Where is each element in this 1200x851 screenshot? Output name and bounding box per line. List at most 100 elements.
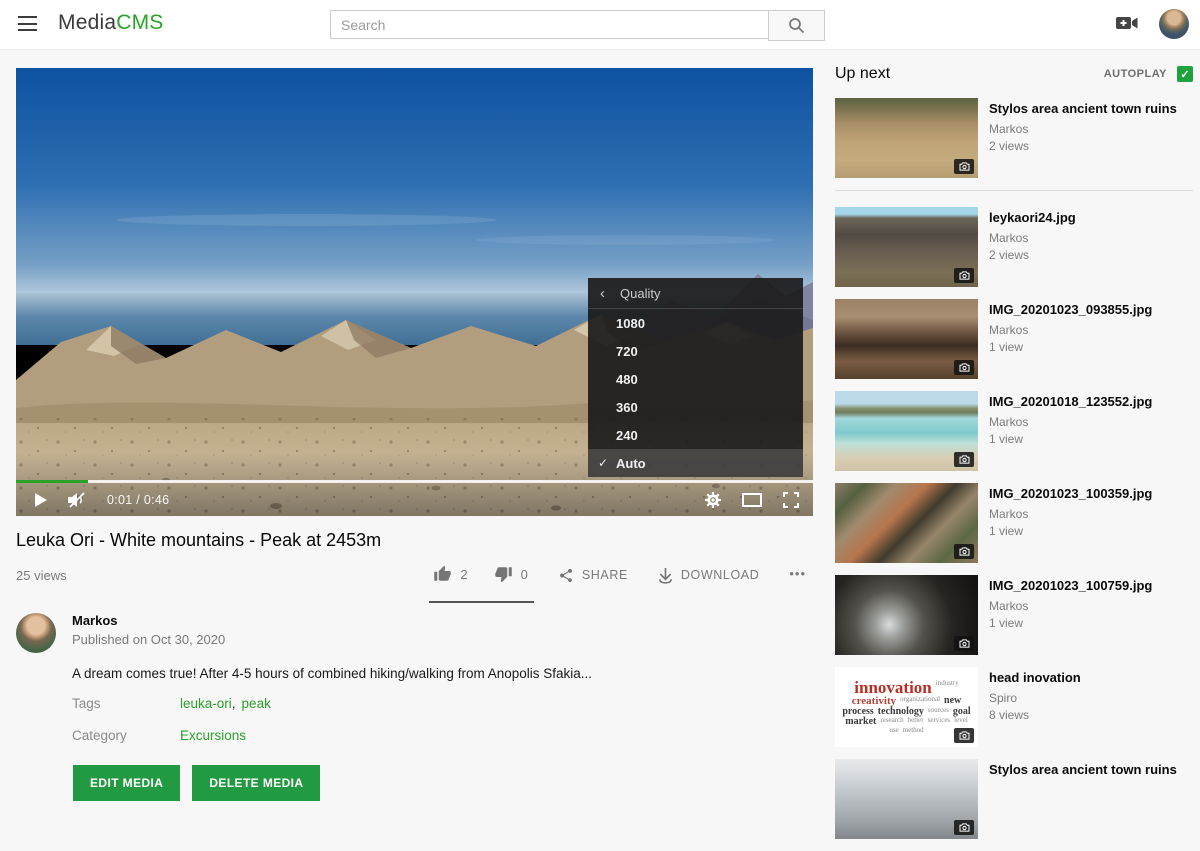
category-row: Category Excursions: [72, 728, 246, 743]
quality-option-480[interactable]: 480: [588, 365, 803, 393]
tag-link[interactable]: leuka-ori: [180, 696, 232, 711]
media-actions: EDIT MEDIA DELETE MEDIA: [73, 765, 320, 801]
up-next-item-views: 1 view: [989, 616, 1152, 630]
up-next-item-views: 1 view: [989, 340, 1152, 354]
tag-separator: ,: [232, 696, 236, 711]
up-next-item-author[interactable]: Markos: [989, 122, 1177, 136]
image-type-badge: [954, 159, 974, 174]
up-next-item[interactable]: IMG_20201023_100359.jpgMarkos1 view: [835, 483, 1193, 563]
quality-menu-back[interactable]: ‹ Quality: [588, 278, 803, 309]
up-next-item-author[interactable]: Markos: [989, 599, 1152, 613]
autoplay-checkbox[interactable]: ✓: [1177, 66, 1193, 82]
up-next-item[interactable]: IMG_20201023_093855.jpg Markos 1 view: [835, 299, 1193, 379]
image-type-badge: [954, 544, 974, 559]
up-next-item-author[interactable]: Markos: [989, 507, 1152, 521]
play-icon: [34, 493, 47, 507]
up-next-item-author[interactable]: Markos: [989, 415, 1152, 429]
wordcloud-word: market: [845, 717, 876, 726]
search-input[interactable]: [330, 10, 768, 39]
search-form: [330, 10, 825, 41]
camera-icon: [959, 731, 970, 740]
video-player[interactable]: ‹ Quality 1080720 480 360 240✓Auto 0:01 / 0…: [16, 68, 813, 516]
wordcloud-word: research: [880, 717, 903, 726]
author-avatar[interactable]: [16, 613, 56, 653]
quality-menu-items: 1080720 480 360 240✓Auto: [588, 309, 803, 477]
quality-option-label: 480: [616, 372, 638, 387]
media-thumbnail[interactable]: [835, 207, 978, 287]
up-next-item-author[interactable]: Markos: [989, 323, 1152, 337]
tag-link[interactable]: peak: [242, 696, 271, 711]
rating-group: 2 0: [433, 565, 527, 585]
image-type-badge: [954, 268, 974, 283]
up-next-item-author[interactable]: Spiro: [989, 691, 1081, 705]
media-thumbnail[interactable]: innovationindustrycreativityorganization…: [835, 667, 978, 747]
wordcloud-word: level: [954, 717, 968, 726]
user-avatar[interactable]: [1159, 9, 1189, 39]
up-next-divider: [835, 190, 1193, 191]
quality-option-label: 360: [616, 400, 638, 415]
media-thumbnail[interactable]: [835, 391, 978, 471]
wordcloud-word: goal: [953, 707, 971, 716]
up-next-item-title[interactable]: IMG_20201023_100759.jpg: [989, 577, 1152, 594]
download-button[interactable]: DOWNLOAD: [658, 567, 759, 584]
quality-option-360[interactable]: 360: [588, 393, 803, 421]
quality-option-auto[interactable]: ✓Auto: [588, 449, 803, 477]
media-thumbnail[interactable]: [835, 483, 978, 563]
search-button[interactable]: [768, 10, 825, 41]
up-next-item[interactable]: Stylos area ancient town ruinsMarkos2 vi…: [835, 98, 1193, 178]
media-thumbnail[interactable]: [835, 759, 978, 839]
up-next-item-title[interactable]: IMG_20201018_123552.jpg: [989, 393, 1152, 410]
wordcloud-word: creativity: [852, 696, 896, 706]
app-logo[interactable]: MediaCMS: [58, 11, 163, 35]
up-next-item-author[interactable]: Markos: [989, 231, 1076, 245]
theater-mode-button[interactable]: [742, 493, 762, 507]
author-name[interactable]: Markos: [72, 613, 225, 628]
category-link[interactable]: Excursions: [180, 728, 246, 743]
mute-button[interactable]: [67, 492, 87, 508]
media-thumbnail[interactable]: [835, 299, 978, 379]
edit-media-button[interactable]: EDIT MEDIA: [73, 765, 180, 801]
meta-row: 25 views 2 0 SHARE: [16, 565, 806, 585]
up-next-item[interactable]: IMG_20201018_123552.jpgMarkos1 view: [835, 391, 1193, 471]
up-next-item-title[interactable]: Stylos area ancient town ruins: [989, 761, 1177, 778]
wordcloud-word: use: [889, 727, 898, 734]
up-next-item-title[interactable]: leykaori24.jpg: [989, 209, 1076, 226]
up-next-item-title[interactable]: Stylos area ancient town ruins: [989, 100, 1177, 117]
up-next-item[interactable]: IMG_20201023_100759.jpg Markos 1 view: [835, 575, 1193, 655]
camera-icon: [959, 271, 970, 280]
dislike-count: 0: [521, 567, 528, 582]
up-next-item-title[interactable]: head inovation: [989, 669, 1081, 686]
time-display: 0:01 / 0:46: [107, 493, 169, 507]
quality-option-240[interactable]: 240: [588, 421, 803, 449]
play-button[interactable]: [34, 493, 47, 507]
thumb-down-icon: [494, 565, 513, 583]
more-options-button[interactable]: •••: [789, 566, 806, 585]
like-button[interactable]: 2: [433, 565, 467, 583]
menu-icon[interactable]: [18, 16, 37, 31]
up-next-item[interactable]: Stylos area ancient town ruins: [835, 759, 1193, 839]
volume-muted-icon: [67, 492, 87, 508]
fullscreen-button[interactable]: [783, 492, 799, 508]
upload-media-icon[interactable]: [1116, 15, 1138, 31]
image-type-badge: [954, 452, 974, 467]
top-bar: MediaCMS: [0, 0, 1200, 50]
camera-icon: [959, 162, 970, 171]
player-controls: 0:01 / 0:46: [16, 483, 813, 516]
share-button[interactable]: SHARE: [558, 567, 628, 584]
quality-option-label: Auto: [616, 456, 646, 471]
image-type-badge: [954, 728, 974, 743]
quality-option-720[interactable]: 720: [588, 337, 803, 365]
delete-media-button[interactable]: DELETE MEDIA: [192, 765, 320, 801]
media-thumbnail[interactable]: [835, 98, 978, 178]
camera-icon: [959, 455, 970, 464]
up-next-item-title[interactable]: IMG_20201023_100359.jpg: [989, 485, 1152, 502]
dislike-button[interactable]: 0: [494, 565, 528, 583]
quality-option-1080[interactable]: 1080: [588, 309, 803, 337]
up-next-item-title[interactable]: IMG_20201023_093855.jpg: [989, 301, 1152, 318]
up-next-title: Up next: [835, 65, 890, 83]
like-count: 2: [460, 567, 467, 582]
up-next-item[interactable]: leykaori24.jpgMarkos2 views: [835, 207, 1193, 287]
settings-button[interactable]: [705, 492, 721, 508]
up-next-item[interactable]: innovationindustrycreativityorganization…: [835, 667, 1193, 747]
media-thumbnail[interactable]: [835, 575, 978, 655]
